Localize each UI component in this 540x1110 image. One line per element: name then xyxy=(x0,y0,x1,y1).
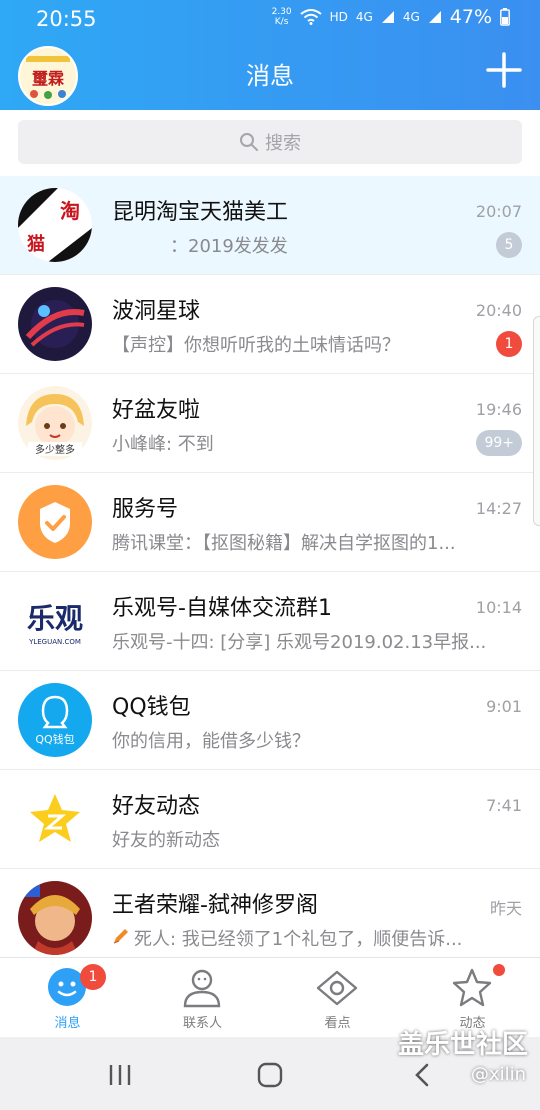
home-icon[interactable] xyxy=(257,1062,283,1088)
watermark-text: 盖乐世社区 xyxy=(397,1030,528,1060)
recents-icon[interactable] xyxy=(108,1063,132,1087)
conversation-row[interactable]: 服务号 腾讯课堂：【抠图秘籍】解决自学抠图的1... 14:27 xyxy=(0,473,540,572)
conversation-time: 10:14 xyxy=(475,598,522,617)
tab-label: 看点 xyxy=(324,1016,351,1031)
conversation-row[interactable]: QQ钱包 QQ钱包 你的信用，能借多少钱？ 9:01 xyxy=(0,671,540,770)
signal-4g-2: 4G xyxy=(402,10,420,24)
battery-icon xyxy=(500,8,510,26)
hd-label: HD xyxy=(329,10,348,24)
conversation-time: 20:40 xyxy=(475,301,522,320)
conversation-time: 9:01 xyxy=(486,697,522,716)
leguan-avatar: 乐观 YLEGUAN.COM xyxy=(18,584,92,658)
avatar-text: 乐观 xyxy=(27,602,83,635)
wifi-icon xyxy=(300,9,322,25)
avatar-subtext: YLEGUAN.COM xyxy=(28,638,81,646)
back-icon[interactable] xyxy=(412,1063,432,1087)
game-avatar xyxy=(18,881,92,955)
conversation-time: 20:07 xyxy=(475,202,522,221)
tab-contacts[interactable]: 联系人 xyxy=(135,958,270,1038)
conversation-row[interactable]: 淘猫 昆明淘宝天猫美工 ：2019发发发 20:07 5 xyxy=(0,176,540,275)
conversation-preview: 乐观号-十四: [分享] 乐观号2019.02.13早报... xyxy=(112,632,487,653)
search-area: 搜索 xyxy=(0,110,540,176)
search-icon xyxy=(240,133,258,151)
conversation-preview: 好友的新动态 xyxy=(112,830,220,851)
contacts-icon xyxy=(183,969,221,1008)
search-input[interactable]: 搜索 xyxy=(18,120,522,164)
signal-4g-1: 4G xyxy=(355,10,373,24)
header: 璽霖 消息 xyxy=(0,38,540,110)
conversation-name: QQ钱包 xyxy=(112,695,191,720)
notification-dot xyxy=(493,964,505,976)
pencil-icon xyxy=(113,929,128,944)
search-placeholder: 搜索 xyxy=(265,133,301,154)
qzone-star-icon xyxy=(18,782,92,856)
page-title: 消息 xyxy=(246,62,294,90)
star-icon xyxy=(452,968,492,1007)
battery-percent: 47% xyxy=(449,6,492,28)
conversation-time: 19:46 xyxy=(475,400,522,419)
conversation-preview: 你的信用，能借多少钱？ xyxy=(112,731,310,752)
unread-badge: 99+ xyxy=(476,430,522,456)
conversation-time: 7:41 xyxy=(486,796,522,815)
conversation-avatar: 淘猫 xyxy=(18,188,92,262)
conversation-name: 波洞星球 xyxy=(112,299,201,324)
tab-label: 联系人 xyxy=(182,1016,222,1031)
tab-label: 消息 xyxy=(54,1016,81,1031)
tab-watch[interactable]: 看点 xyxy=(270,958,405,1038)
watermark-handle: @xilin xyxy=(470,1064,526,1085)
conversation-list: 淘猫 昆明淘宝天猫美工 ：2019发发发 20:07 5 波洞星球 【声控】你想… xyxy=(0,176,540,957)
qq-wallet-avatar: QQ钱包 xyxy=(18,683,92,757)
conversation-preview: 【声控】你想听听我的土味情话吗？ xyxy=(112,335,400,356)
anime-avatar: 多少整多 xyxy=(18,386,92,460)
conversation-name: 好盆友啦 xyxy=(112,398,201,423)
conversation-preview: 腾讯课堂：【抠图秘籍】解决自学抠图的1... xyxy=(112,533,456,554)
conversation-time: 14:27 xyxy=(475,499,522,518)
conversation-preview: 死人: 我已经领了1个礼包了，顺便告诉... xyxy=(134,929,463,950)
service-avatar xyxy=(18,485,92,559)
conversation-name: 好友动态 xyxy=(112,794,201,819)
signal-icon-2 xyxy=(428,11,441,23)
unread-badge: 5 xyxy=(496,232,522,258)
tab-badge: 1 xyxy=(80,964,106,990)
conversation-row[interactable]: 乐观 YLEGUAN.COM 乐观号-自媒体交流群1 乐观号-十四: [分享] 乐… xyxy=(0,572,540,671)
conversation-name: 服务号 xyxy=(112,497,179,522)
conversation-name: 王者荣耀-弑神修罗阁 xyxy=(112,893,318,918)
avatar-text: 淘 xyxy=(60,199,80,223)
conversation-row[interactable]: 多少整多 好盆友啦 小峰峰: 不到 19:46 99+ xyxy=(0,374,540,473)
conversation-preview: ：2019发发发 xyxy=(170,236,288,257)
conversation-time: 昨天 xyxy=(489,899,522,918)
conversation-name: 乐观号-自媒体交流群1 xyxy=(112,596,332,621)
edge-panel-handle[interactable] xyxy=(533,316,540,526)
conversation-row[interactable]: 波洞星球 【声控】你想听听我的土味情话吗？ 20:40 1 xyxy=(0,275,540,374)
status-bar: 20:55 2.30 K/s HD 4G 4G 47% xyxy=(0,0,540,38)
conversation-name: 昆明淘宝天猫美工 xyxy=(112,200,289,225)
status-icons: 2.30 K/s HD 4G 4G 47% xyxy=(272,6,510,28)
tab-messages[interactable]: 1 消息 xyxy=(0,958,135,1038)
planet-avatar xyxy=(18,287,92,361)
conversation-preview: 小峰峰: 不到 xyxy=(112,434,214,455)
net-speed: 2.30 K/s xyxy=(271,7,292,27)
avatar-text: QQ钱包 xyxy=(35,732,74,746)
svg-text:猫: 猫 xyxy=(27,233,45,255)
conversation-row[interactable]: 好友动态 好友的新动态 7:41 xyxy=(0,770,540,869)
eye-icon xyxy=(316,970,358,1006)
unread-badge: 1 xyxy=(496,331,522,357)
status-time: 20:55 xyxy=(36,7,97,31)
avatar-text: 多少整多 xyxy=(35,443,75,456)
signal-icon xyxy=(381,11,394,23)
plus-icon[interactable] xyxy=(486,52,522,88)
conversation-row[interactable]: 王者荣耀-弑神修罗阁 死人: 我已经领了1个礼包了，顺便告诉... 昨天 xyxy=(0,869,540,957)
